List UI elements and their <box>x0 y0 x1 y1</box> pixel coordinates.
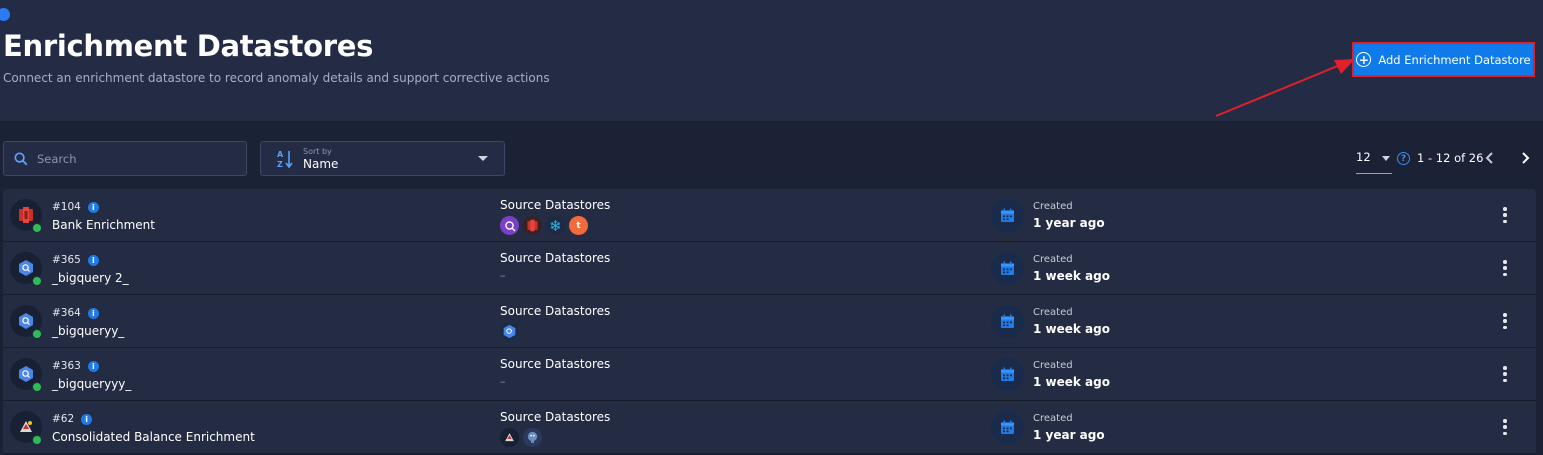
row-id-wrap: #364 i <box>52 307 99 319</box>
source-datastores-label: Source Datastores <box>500 304 611 318</box>
more-options-icon[interactable] <box>1501 260 1509 276</box>
datastore-list: #104 i Bank Enrichment Source Datastores… <box>3 189 1536 454</box>
menu-toggle-icon[interactable] <box>0 8 10 21</box>
postgresql-icon[interactable] <box>523 428 542 447</box>
source-datastores-label: Source Datastores <box>500 410 611 424</box>
sort-select[interactable]: A Z Sort by Name <box>260 141 505 176</box>
pagination-range: 1 - 12 of 26 <box>1417 151 1484 165</box>
per-page-select[interactable]: 12 <box>1356 150 1392 174</box>
bigquery-icon[interactable] <box>500 322 519 341</box>
svg-text:Z: Z <box>277 160 283 169</box>
more-options-icon[interactable] <box>1501 366 1509 382</box>
created-label: Created <box>1033 413 1073 424</box>
search-box <box>3 141 247 176</box>
created-label: Created <box>1033 307 1073 318</box>
datastore-row[interactable]: #62 i Consolidated Balance Enrichment So… <box>3 401 1536 454</box>
snowflake-icon[interactable]: ❄ <box>546 216 565 235</box>
calendar-icon <box>991 358 1024 391</box>
hive-icon[interactable] <box>500 428 519 447</box>
calendar-icon <box>991 252 1024 285</box>
chevron-right-icon <box>1522 152 1530 164</box>
created-label: Created <box>1033 201 1073 212</box>
status-badge <box>32 382 42 392</box>
redshift-icon[interactable] <box>523 216 542 235</box>
datastore-id: #104 <box>52 201 81 213</box>
page-subtitle: Connect an enrichment datastore to recor… <box>3 71 550 85</box>
add-enrichment-datastore-button[interactable]: + Add Enrichment Datastore <box>1352 42 1535 77</box>
datastore-row[interactable]: #363 i _bigqueryyy_ Source Datastores – … <box>3 348 1536 401</box>
row-id-wrap: #363 i <box>52 360 99 372</box>
help-icon[interactable]: ? <box>1397 152 1410 165</box>
page-header: Enrichment Datastores Connect an enrichm… <box>0 0 1543 121</box>
datastore-row[interactable]: #104 i Bank Enrichment Source Datastores… <box>3 189 1536 242</box>
status-badge <box>32 329 42 339</box>
sort-value: Name <box>303 156 339 171</box>
next-page-button[interactable] <box>1517 148 1533 168</box>
calendar-icon <box>991 199 1024 232</box>
datastore-id: #62 <box>52 413 75 425</box>
source-datastores-icons: ❄ t <box>500 216 588 235</box>
info-icon[interactable]: i <box>87 360 99 372</box>
more-options-icon[interactable] <box>1501 313 1509 329</box>
info-icon[interactable]: i <box>87 307 99 319</box>
row-id-wrap: #104 i <box>52 201 99 213</box>
previous-page-button[interactable] <box>1482 148 1498 168</box>
created-label: Created <box>1033 360 1073 371</box>
datastore-name[interactable]: Bank Enrichment <box>52 218 155 232</box>
info-icon[interactable]: i <box>87 254 99 266</box>
datastore-row[interactable]: #365 i _bigquery 2_ Source Datastores – … <box>3 242 1536 295</box>
row-id-wrap: #62 i <box>52 413 93 425</box>
created-value: 1 week ago <box>1033 322 1110 336</box>
datastore-id: #365 <box>52 254 81 266</box>
more-options-icon[interactable] <box>1501 419 1509 435</box>
info-icon[interactable]: i <box>81 413 93 425</box>
bigquery-purple-icon[interactable] <box>500 216 519 235</box>
page-title: Enrichment Datastores <box>3 29 374 63</box>
status-badge <box>32 223 42 233</box>
created-label: Created <box>1033 254 1073 265</box>
add-button-label: Add Enrichment Datastore <box>1378 52 1531 67</box>
created-value: 1 year ago <box>1033 216 1105 230</box>
per-page-value: 12 <box>1356 150 1371 164</box>
calendar-icon <box>991 305 1024 338</box>
source-datastores-icons <box>500 322 519 341</box>
datastore-name[interactable]: _bigqueryyy_ <box>52 377 131 391</box>
datastore-row[interactable]: #364 i _bigqueryy_ Source Datastores Cre… <box>3 295 1536 348</box>
datastore-id: #363 <box>52 360 81 372</box>
created-value: 1 year ago <box>1033 428 1105 442</box>
caret-down-icon <box>1382 156 1390 161</box>
teradata-icon[interactable]: t <box>569 216 588 235</box>
created-value: 1 week ago <box>1033 269 1110 283</box>
source-datastores-empty: – <box>500 269 506 282</box>
more-options-icon[interactable] <box>1501 207 1509 223</box>
source-datastores-label: Source Datastores <box>500 357 611 371</box>
source-datastores-empty: – <box>500 375 506 388</box>
row-id-wrap: #365 i <box>52 254 99 266</box>
datastore-name[interactable]: _bigqueryy_ <box>52 324 124 338</box>
created-value: 1 week ago <box>1033 375 1110 389</box>
datastore-id: #364 <box>52 307 81 319</box>
annotation-arrow-icon <box>1215 59 1355 117</box>
status-badge <box>32 276 42 286</box>
source-datastores-icons <box>500 428 542 447</box>
add-circle-icon: + <box>1356 52 1372 67</box>
chevron-left-icon <box>1485 152 1493 164</box>
sort-label: Sort by <box>303 146 332 156</box>
calendar-icon <box>991 411 1024 444</box>
search-input[interactable] <box>37 151 217 166</box>
info-icon[interactable]: i <box>87 201 99 213</box>
status-badge <box>32 435 42 445</box>
datastore-name[interactable]: _bigquery 2_ <box>52 271 129 285</box>
source-datastores-label: Source Datastores <box>500 251 611 265</box>
sort-az-icon: A Z <box>277 149 293 169</box>
datastore-name[interactable]: Consolidated Balance Enrichment <box>52 430 255 444</box>
search-icon <box>14 151 28 165</box>
chevron-down-icon <box>478 156 488 161</box>
source-datastores-label: Source Datastores <box>500 198 611 212</box>
svg-text:A: A <box>277 150 284 159</box>
